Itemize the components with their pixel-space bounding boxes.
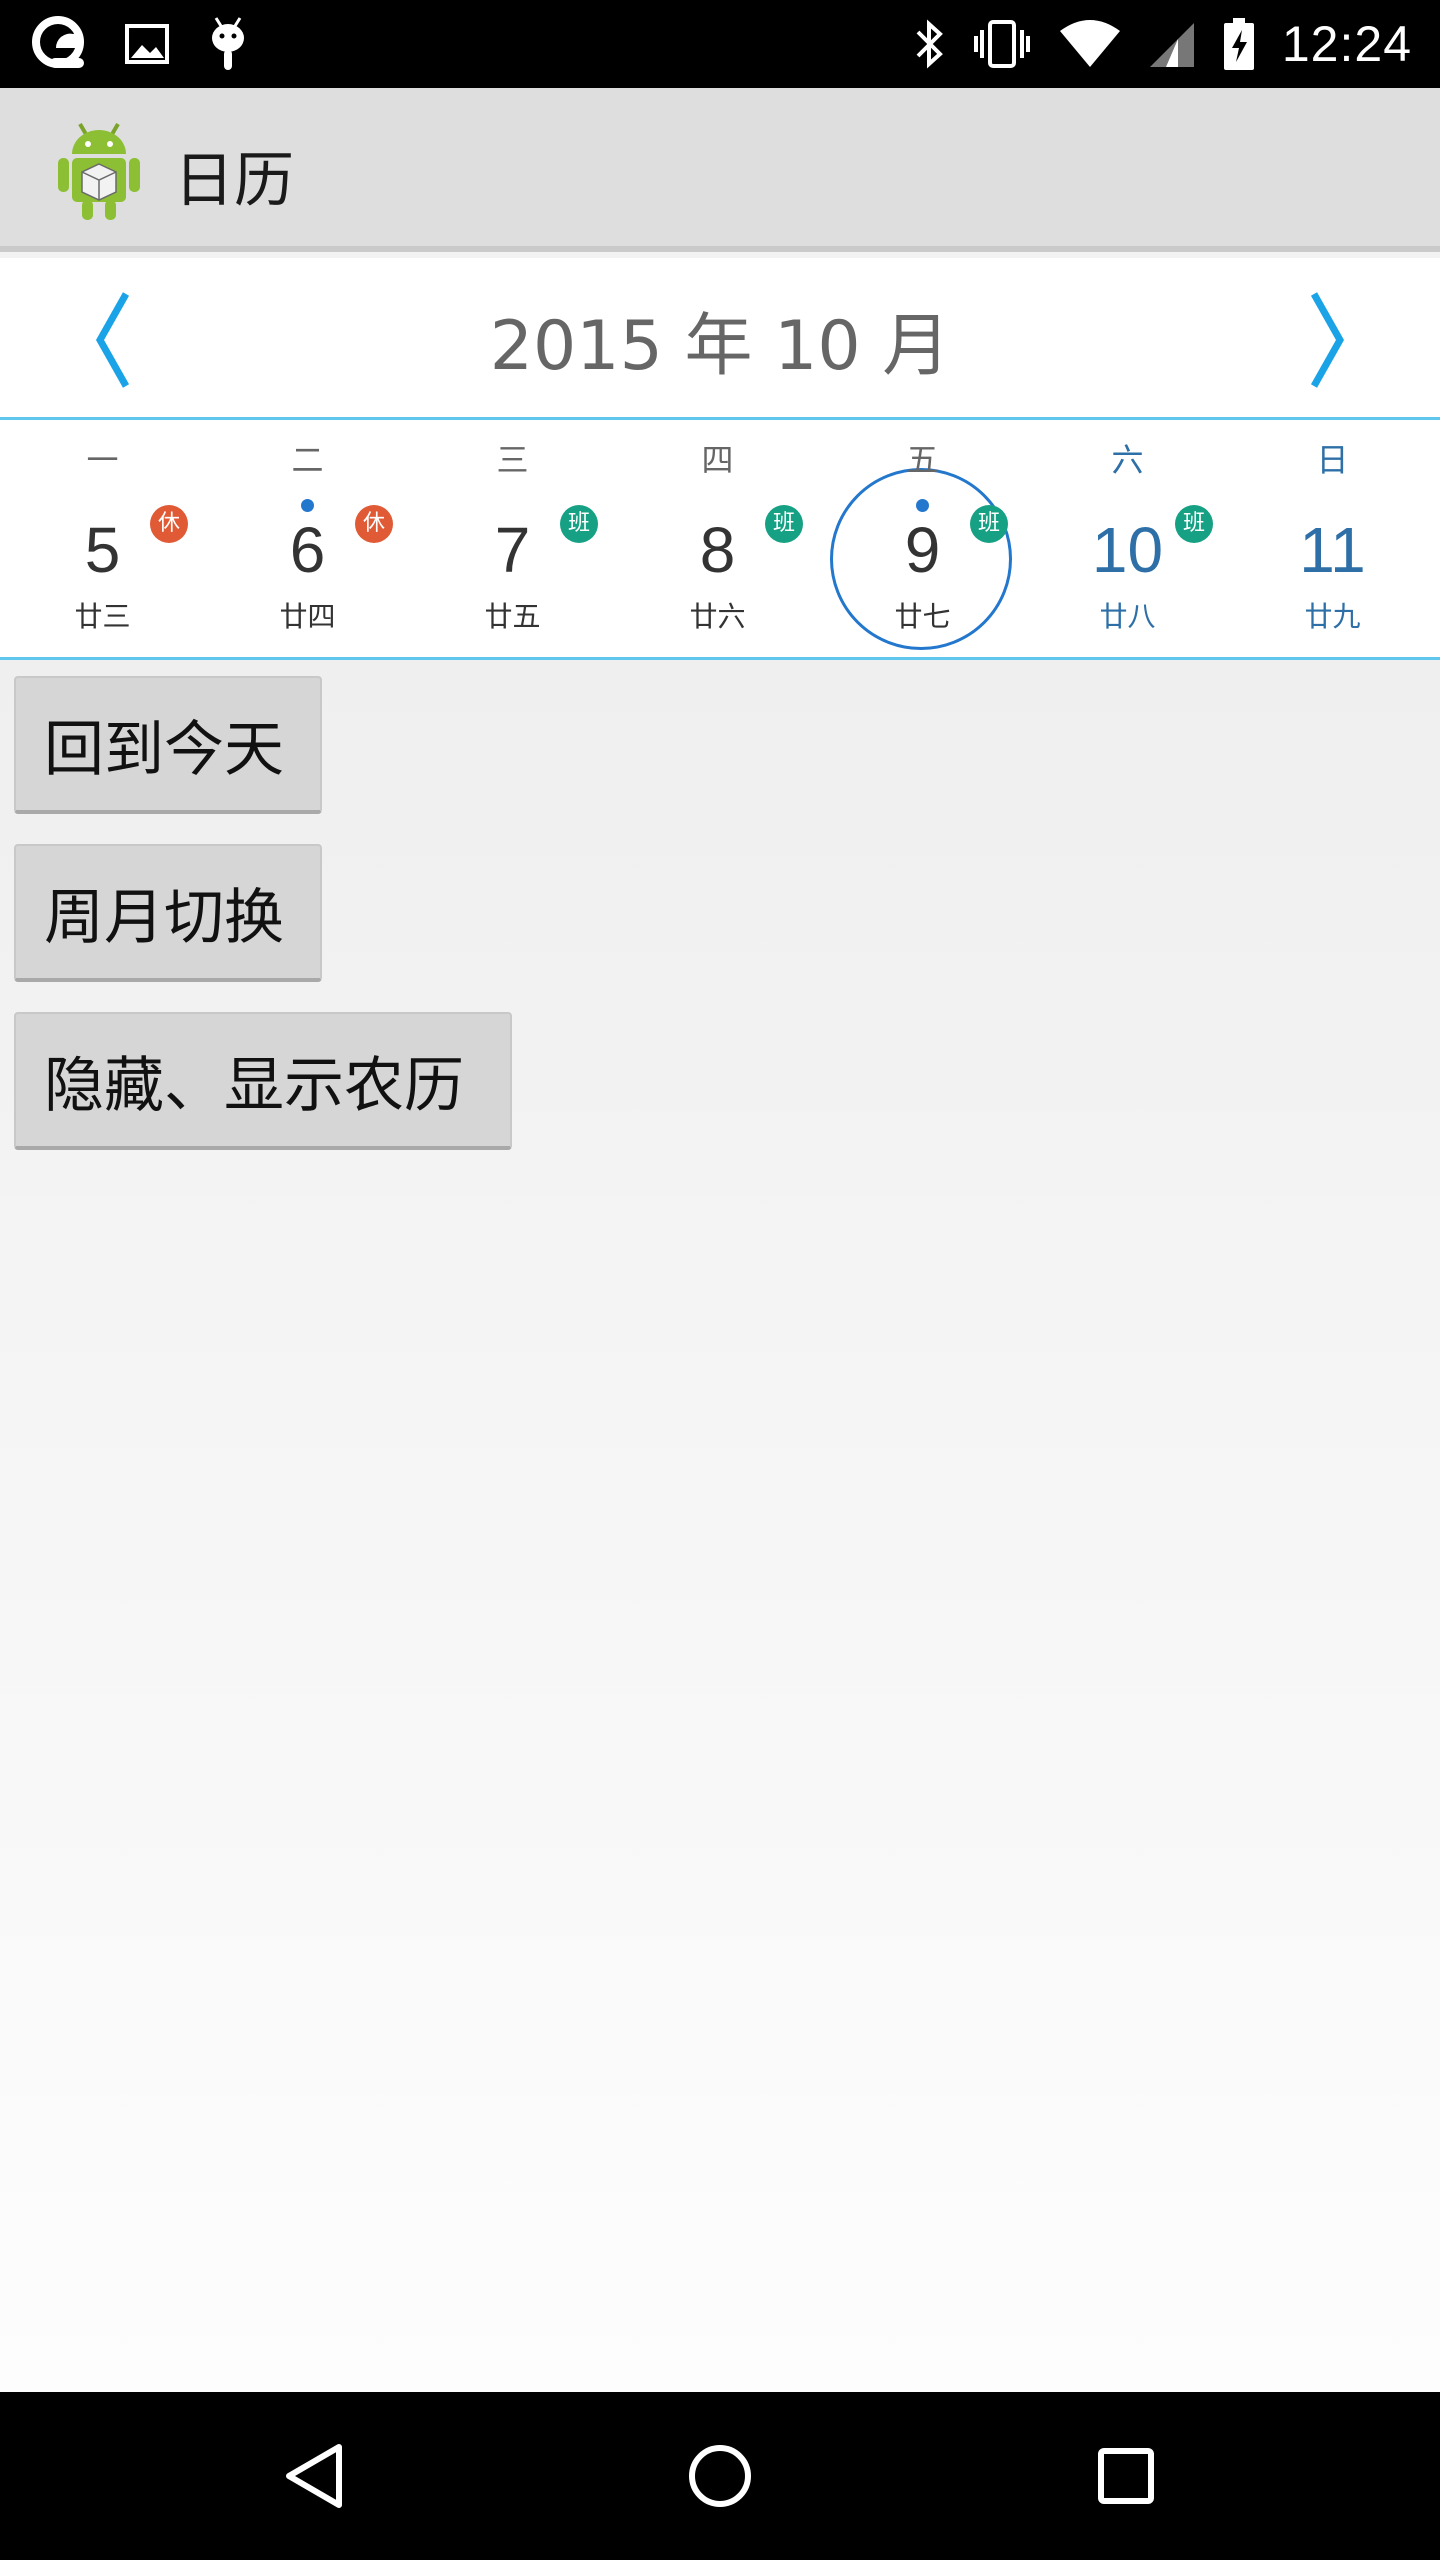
next-month-button[interactable] (1288, 288, 1368, 392)
bluetooth-icon (912, 16, 946, 72)
signal-icon (1148, 19, 1196, 69)
sync-cloud-icon (28, 14, 88, 74)
week-month-switch-button[interactable]: 周月切换 (14, 844, 322, 982)
weekday-label: 五 (906, 441, 939, 479)
home-circle-icon (689, 2445, 751, 2507)
workday-badge: 班 (970, 505, 1008, 543)
calendar-header: 2015 年 10 月 (0, 258, 1440, 420)
day-cell[interactable]: 一 5 廿三 休 (0, 423, 205, 655)
day-cell-today[interactable]: 五 9 廿七 班 (820, 423, 1025, 655)
holiday-rest-badge: 休 (355, 505, 393, 543)
lunar-date: 廿四 (279, 600, 336, 633)
weekday-label: 日 (1316, 441, 1349, 479)
home-button[interactable] (680, 2436, 760, 2516)
weekday-label: 二 (291, 441, 324, 479)
lunar-date: 廿六 (689, 600, 746, 633)
back-to-today-button[interactable]: 回到今天 (14, 676, 322, 814)
wifi-icon (1058, 19, 1122, 69)
weekday-label: 四 (701, 441, 734, 479)
status-time: 12:24 (1281, 16, 1412, 72)
workday-badge: 班 (560, 505, 598, 543)
month-title: 2015 年 10 月 (489, 306, 951, 386)
android-app-icon (54, 118, 144, 222)
image-icon (124, 21, 170, 67)
workday-badge: 班 (1175, 505, 1213, 543)
weekday-label: 一 (86, 441, 119, 479)
day-cell[interactable]: 四 8 廿六 班 (615, 423, 820, 655)
back-button[interactable] (276, 2436, 356, 2516)
toggle-lunar-button[interactable]: 隐藏、显示农历 (14, 1012, 512, 1150)
action-bar: 日历 (0, 88, 1440, 252)
lunar-date: 廿三 (74, 600, 131, 633)
android-debug-icon (206, 14, 250, 74)
week-row: 一 5 廿三 休 二 6 廿四 休 三 7 廿五 班 四 8 廿六 班 五 9 … (0, 423, 1440, 655)
status-bar: 12:24 (0, 0, 1440, 88)
chevron-right-icon (1310, 292, 1345, 388)
day-cell[interactable]: 三 7 廿五 班 (410, 423, 615, 655)
chevron-left-icon (95, 292, 130, 388)
event-dot (301, 499, 314, 512)
recent-square-icon (1098, 2448, 1154, 2504)
lunar-date: 廿五 (484, 600, 541, 633)
battery-charging-icon (1222, 16, 1256, 72)
day-cell[interactable]: 六 10 廿八 班 (1025, 423, 1230, 655)
prev-month-button[interactable] (72, 288, 152, 392)
event-dot (916, 499, 929, 512)
day-cell[interactable]: 二 6 廿四 休 (205, 423, 410, 655)
navigation-bar (0, 2392, 1440, 2560)
recent-apps-button[interactable] (1086, 2436, 1166, 2516)
holiday-rest-badge: 休 (150, 505, 188, 543)
workday-badge: 班 (765, 505, 803, 543)
vibrate-icon (972, 16, 1032, 72)
lunar-date: 廿八 (1099, 600, 1156, 633)
page-title: 日历 (174, 146, 294, 216)
weekday-label: 六 (1111, 441, 1144, 479)
calendar-view: 2015 年 10 月 一 5 廿三 休 二 6 廿四 休 三 7 廿五 班 四… (0, 258, 1440, 660)
day-number: 11 (1299, 514, 1366, 586)
lunar-date: 廿七 (894, 600, 951, 633)
lunar-date: 廿九 (1304, 600, 1361, 633)
weekday-label: 三 (496, 441, 529, 479)
day-cell[interactable]: 日 11 廿九 (1230, 423, 1435, 655)
back-triangle-icon (286, 2444, 342, 2508)
